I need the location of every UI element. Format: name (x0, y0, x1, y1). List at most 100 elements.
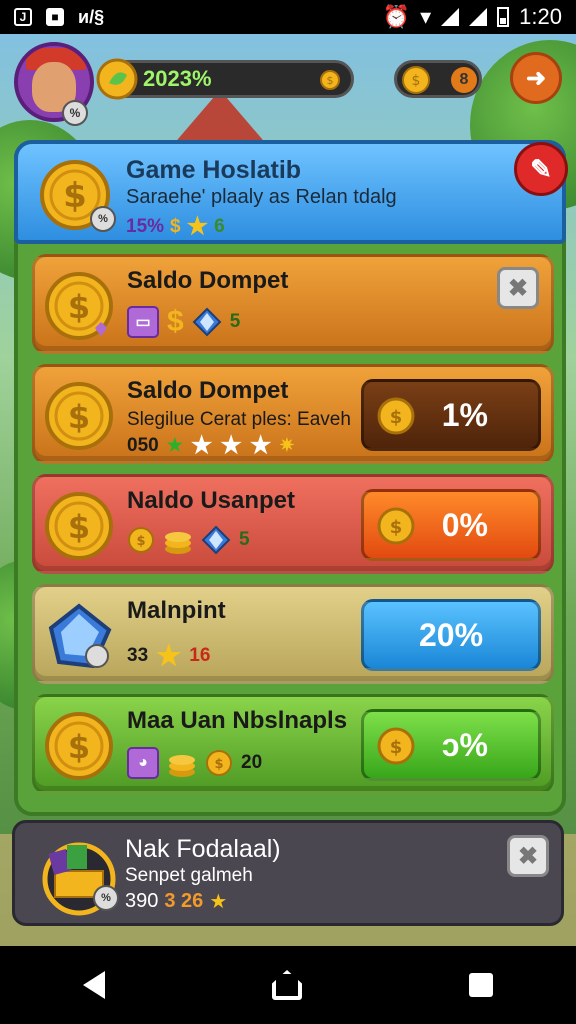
button-label: 20% (418, 616, 484, 653)
wallet-row[interactable]: $ Saldo Dompet Slegilue Cerat ples: Eave… (32, 364, 554, 464)
row-title: Malnpint (127, 597, 226, 624)
badge-icon: % (93, 885, 119, 911)
status-time: 1:20 (519, 4, 562, 29)
row-meta-value: 5 (229, 311, 241, 332)
claim-button[interactable]: $ 0% (361, 489, 541, 561)
button-label: 1% (441, 396, 488, 433)
claim-button[interactable]: $ ↄ% (361, 709, 541, 781)
row-title: Saldo Dompet (127, 377, 289, 404)
currency-counter[interactable]: $ 8 (394, 60, 482, 98)
star-icon: ★ (209, 891, 228, 913)
gold-coin-icon: $ (377, 507, 415, 545)
svg-text:$: $ (68, 728, 90, 766)
card-meta: 390 3 26 ★ (125, 889, 227, 914)
gem-icon (48, 603, 112, 669)
row-meta-value-1: 33 (127, 644, 149, 666)
svg-text:$: $ (390, 407, 403, 428)
close-button[interactable]: ✖ (507, 835, 549, 877)
gem-icon (192, 307, 222, 337)
gold-coin-icon: $ (45, 712, 113, 780)
star-icon: ★ (190, 432, 213, 459)
stat-percent: 15% (126, 215, 165, 237)
button-label: ↄ% (441, 726, 488, 763)
signal-icon (441, 8, 460, 26)
exit-icon: ➜ (525, 64, 547, 92)
claim-button[interactable]: 20% (361, 599, 541, 671)
svg-text:$: $ (390, 517, 403, 538)
gold-coin-icon: $ (402, 66, 430, 94)
gold-coin-icon: $ (45, 382, 113, 450)
edit-icon: ✎ (530, 153, 552, 184)
panel-title: Game Hoslatib (126, 156, 302, 184)
close-icon: ✖ (517, 842, 539, 870)
star-icon: ★ (156, 640, 182, 671)
notification-icon: J (14, 8, 32, 26)
edit-button[interactable]: ✎ (514, 142, 568, 196)
card-subtitle: Senpet galmeh (125, 865, 253, 886)
gold-coin-icon: $ (206, 750, 232, 776)
signal-icon (469, 8, 488, 26)
panel-header: $ % Game Hoslatib Saraehe' plaaly as Rel… (14, 140, 568, 244)
row-title: Saldo Dompet (127, 267, 289, 294)
row-meta-value: 5 (239, 529, 250, 550)
panel-subtitle: Saraehe' plaaly as Relan tdalg (126, 186, 397, 208)
wallet-row[interactable]: $ Maa Uan Nbslnapls ◕ $ 20 $ ↄ% (32, 694, 554, 794)
row-title: Naldo Usanpet (127, 487, 296, 514)
badge-icon: % (90, 206, 116, 232)
gold-coin-icon: $ (45, 492, 113, 560)
row-meta: ◕ $ 20 (127, 747, 262, 779)
xp-value: 2023% (143, 66, 212, 91)
exit-button[interactable]: ➜ (510, 52, 562, 104)
gold-coin-icon: $ (320, 70, 340, 90)
row-meta-value: 20 (241, 752, 263, 773)
recent-apps-icon[interactable] (468, 973, 493, 997)
row-meta: ▭ $ 5 (127, 305, 240, 339)
battery-icon (497, 7, 510, 27)
card-meta-value-1: 390 (125, 890, 159, 912)
card-title: Nak Fodalaal) (125, 835, 281, 863)
gold-coin-icon (96, 58, 138, 100)
row-meta-value-2: 16 (189, 644, 211, 666)
svg-text:$: $ (412, 73, 421, 89)
svg-text:$: $ (68, 288, 90, 326)
row-meta: $ 5 (127, 525, 250, 555)
row-meta: 050 ★ ★ ★ ★ ✷ (127, 431, 294, 460)
currency-badge: 8 (451, 67, 477, 93)
panel-stats: 15% $ ★ 6 (126, 212, 225, 241)
dollar-icon: $ (170, 215, 181, 237)
coin-stack-icon (165, 532, 191, 554)
row-subtitle: Slegilue Cerat ples: Eaveh (127, 409, 351, 430)
gold-coin-icon: $ (128, 527, 154, 553)
bottom-card[interactable]: % Nak Fodalaal) Senpet galmeh 390 3 26 ★… (12, 820, 564, 926)
back-icon[interactable] (83, 971, 106, 999)
gold-coin-icon: $ (377, 727, 415, 765)
status-bar: J ■ ᴎ/§ ⏰ ▾ 1:20 (0, 0, 576, 34)
svg-text:$: $ (327, 74, 334, 87)
dollar-icon: $ (167, 305, 184, 338)
wifi-icon: ▾ (420, 4, 432, 29)
top-hud: % 2023% $ $ 8 ➜ (0, 38, 576, 128)
wallet-row[interactable]: $ Saldo Dompet ▭ $ 5 ✖ (32, 254, 554, 354)
wallet-row[interactable]: $ Naldo Usanpet $ 5 $ 0% (32, 474, 554, 574)
wallet-panel: $ % Game Hoslatib Saraehe' plaaly as Rel… (14, 140, 568, 816)
coin-stack-icon (169, 755, 195, 777)
svg-text:$: $ (136, 534, 145, 549)
claim-button[interactable]: $ 1% (361, 379, 541, 451)
svg-text:$: $ (390, 737, 403, 758)
card-meta-value-2: 3 26 (164, 890, 204, 912)
button-label: 0% (441, 506, 488, 543)
notification-icon: ■ (46, 8, 64, 26)
gift-icon: ◕ (127, 747, 159, 779)
card-icon: ▭ (127, 306, 159, 338)
gold-coin-icon: $ (377, 397, 415, 435)
row-meta-value: 050 (127, 434, 159, 456)
star-icon: ★ (249, 432, 272, 459)
stat-count: 6 (214, 215, 225, 237)
star-icon: ✷ (279, 435, 295, 455)
close-button[interactable]: ✖ (497, 267, 539, 309)
home-icon[interactable] (271, 970, 302, 1000)
navigation-bar (0, 946, 576, 1024)
close-icon: ✖ (507, 274, 529, 302)
svg-text:$: $ (63, 176, 87, 216)
wallet-row[interactable]: Malnpint 33 ★ 16 20% (32, 584, 554, 684)
